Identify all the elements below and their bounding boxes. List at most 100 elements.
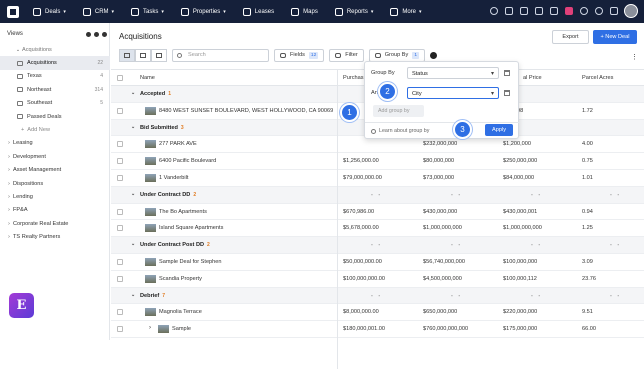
table-row[interactable]: 1 Vanderbilt $79,000,000.00 $73,000,000 $84…	[111, 170, 644, 187]
board-view-toggle[interactable]	[135, 48, 151, 62]
more-options-icon[interactable]: ⋮	[631, 53, 638, 61]
sidebar-item-add-new[interactable]: Add New	[0, 123, 110, 136]
chevron-icon[interactable]: ›	[5, 194, 13, 200]
search-input[interactable]: Search	[172, 48, 269, 62]
table-row[interactable]: Magnolia Terrace $8,000,000.00 $650,000,00…	[111, 304, 644, 322]
row-checkbox[interactable]	[117, 107, 123, 114]
chevron-icon[interactable]: ›	[5, 154, 13, 160]
chevron-icon[interactable]: ⌄	[14, 47, 22, 53]
ai-assistant-icon[interactable]	[565, 7, 573, 15]
sidebar-item-acquisitions[interactable]: ⌄ Acquisitions	[0, 43, 110, 56]
nav-tasks[interactable]: Tasks ▾	[131, 7, 164, 16]
select-all-checkbox[interactable]	[117, 75, 123, 81]
sidebar-item-asset-management[interactable]: › Asset Management	[0, 164, 110, 177]
calendar-icon[interactable]	[520, 7, 528, 15]
sidebar-item-acquisitions[interactable]: Acquisitions 22	[0, 56, 110, 70]
group-row[interactable]: ⌄ Under Contract Post DD 2 - - - - - - - -	[111, 237, 644, 254]
header-parcel-acres[interactable]: Parcel Acres	[582, 75, 613, 81]
nav-maps[interactable]: Maps	[291, 7, 318, 16]
settings-icon[interactable]	[595, 7, 603, 15]
nav-properties[interactable]: Properties ▾	[180, 7, 226, 16]
add-group-by-button[interactable]: Add group by	[373, 105, 424, 117]
deal-name[interactable]: Sample Deal for Stephen	[159, 259, 222, 265]
row-checkbox[interactable]	[117, 275, 123, 282]
row-checkbox[interactable]	[117, 225, 123, 232]
sidebar-item-development[interactable]: › Development	[0, 150, 110, 163]
deal-name[interactable]: 6400 Pacific Boulevard	[159, 158, 216, 164]
chevron-icon[interactable]: ›	[5, 221, 13, 227]
header-purchase[interactable]: Purchas	[343, 75, 364, 81]
deal-name[interactable]: The Bo Apartments	[159, 209, 207, 215]
collapse-group-icon[interactable]: ⌄	[131, 90, 135, 96]
nav-reports[interactable]: Reports ▾	[334, 7, 373, 16]
expand-row-icon[interactable]: ›	[149, 325, 151, 331]
nav-more[interactable]: More ▾	[390, 7, 422, 16]
nav-leases[interactable]: Leases	[242, 7, 274, 16]
bell-icon[interactable]	[535, 7, 543, 15]
brand-assistant-button[interactable]: E	[9, 293, 34, 318]
sidebar-item-dispositions[interactable]: › Dispositions	[0, 177, 110, 190]
user-avatar[interactable]	[624, 4, 638, 18]
new-deal-button[interactable]: + New Deal	[593, 30, 637, 44]
delete-and-group-icon[interactable]	[504, 90, 510, 96]
row-checkbox[interactable]	[117, 141, 123, 148]
sidebar-item-southeast[interactable]: Southeast 5	[0, 97, 110, 110]
search-icon[interactable]	[490, 7, 498, 15]
group-row[interactable]: ⌄ Under Contract DD 2 - - - - - - - -	[111, 186, 644, 204]
nav-crm[interactable]: CRM ▾	[82, 7, 114, 16]
add-view-icon[interactable]	[86, 31, 91, 37]
apply-button[interactable]: Apply	[485, 124, 513, 136]
chevron-icon[interactable]: ›	[5, 167, 13, 173]
deal-name[interactable]: Sample	[172, 326, 191, 332]
sidebar-item-ts-realty-partners[interactable]: › TS Realty Partners	[0, 230, 110, 243]
chevron-icon[interactable]: ›	[5, 140, 13, 146]
group-by-button[interactable]: Group By 1	[368, 48, 426, 62]
sidebar-item-corporate-real-estate[interactable]: › Corporate Real Estate	[0, 217, 110, 230]
learn-group-by-link[interactable]: Learn about group by	[371, 128, 429, 134]
row-checkbox[interactable]	[117, 309, 123, 316]
grid-view-toggle[interactable]	[151, 48, 167, 62]
sidebar-item-fp-a[interactable]: › FP&A	[0, 204, 110, 217]
table-row[interactable]: Island Square Apartments $5,678,000.00 $1,…	[111, 220, 644, 238]
collapse-group-icon[interactable]: ⌄	[131, 191, 135, 197]
table-row[interactable]: Sample Deal for Stephen $50,000,000.00 $56…	[111, 254, 644, 271]
delete-group-icon[interactable]	[504, 70, 510, 76]
deal-name[interactable]: 277 PARK AVE	[159, 141, 197, 147]
group-by-select[interactable]: Status	[407, 67, 499, 79]
and-group-select[interactable]: City	[407, 87, 499, 99]
row-checkbox[interactable]	[117, 326, 123, 333]
collapse-group-icon[interactable]: ⌄	[131, 124, 135, 130]
filter-button[interactable]: Filter	[329, 48, 364, 62]
chevron-icon[interactable]: ›	[5, 181, 13, 187]
sidebar-item-passed-deals[interactable]: Passed Deals	[0, 110, 110, 123]
sidebar-item-lending[interactable]: › Lending	[0, 190, 110, 203]
deal-name[interactable]: Scandia Property	[159, 276, 202, 282]
row-checkbox[interactable]	[117, 258, 123, 265]
fields-button[interactable]: Fields 12	[274, 48, 325, 62]
chat-icon[interactable]	[550, 7, 558, 15]
collapse-group-icon[interactable]: ⌄	[131, 241, 135, 247]
row-checkbox[interactable]	[117, 208, 123, 215]
table-row[interactable]: 6400 Pacific Boulevard $1,256,000.00 $80,0…	[111, 153, 644, 170]
table-row[interactable]: Scandia Property $100,000,000.00 $4,500,00…	[111, 271, 644, 288]
apps-grid-icon[interactable]	[610, 7, 618, 15]
table-row[interactable]: › Sample $180,000,001.00 $760,000,000,000 $1…	[111, 321, 644, 338]
group-row[interactable]: ⌄ Debrief 7 - - - - - - - -	[111, 287, 644, 305]
row-checkbox[interactable]	[117, 174, 123, 181]
header-price[interactable]: al Price	[523, 75, 542, 81]
nav-deals[interactable]: Deals ▾	[33, 7, 66, 16]
sidebar-item-leasing[interactable]: › Leasing	[0, 137, 110, 150]
row-checkbox[interactable]	[117, 158, 123, 165]
collapse-sidebar-icon[interactable]	[102, 31, 107, 37]
app-logo[interactable]	[7, 5, 19, 18]
help-icon[interactable]	[580, 7, 588, 15]
sort-icon[interactable]	[430, 51, 438, 59]
table-row[interactable]: The Bo Apartments $670,986.00 $430,000,000…	[111, 204, 644, 221]
deal-name[interactable]: Magnolia Terrace	[159, 309, 202, 315]
deal-name[interactable]: Island Square Apartments	[159, 225, 223, 231]
folder-icon[interactable]	[505, 7, 513, 15]
sidebar-item-texas[interactable]: Texas 4	[0, 70, 110, 83]
header-name[interactable]: Name	[140, 75, 155, 81]
view-settings-icon[interactable]	[94, 31, 99, 37]
chevron-icon[interactable]: ›	[5, 234, 13, 240]
